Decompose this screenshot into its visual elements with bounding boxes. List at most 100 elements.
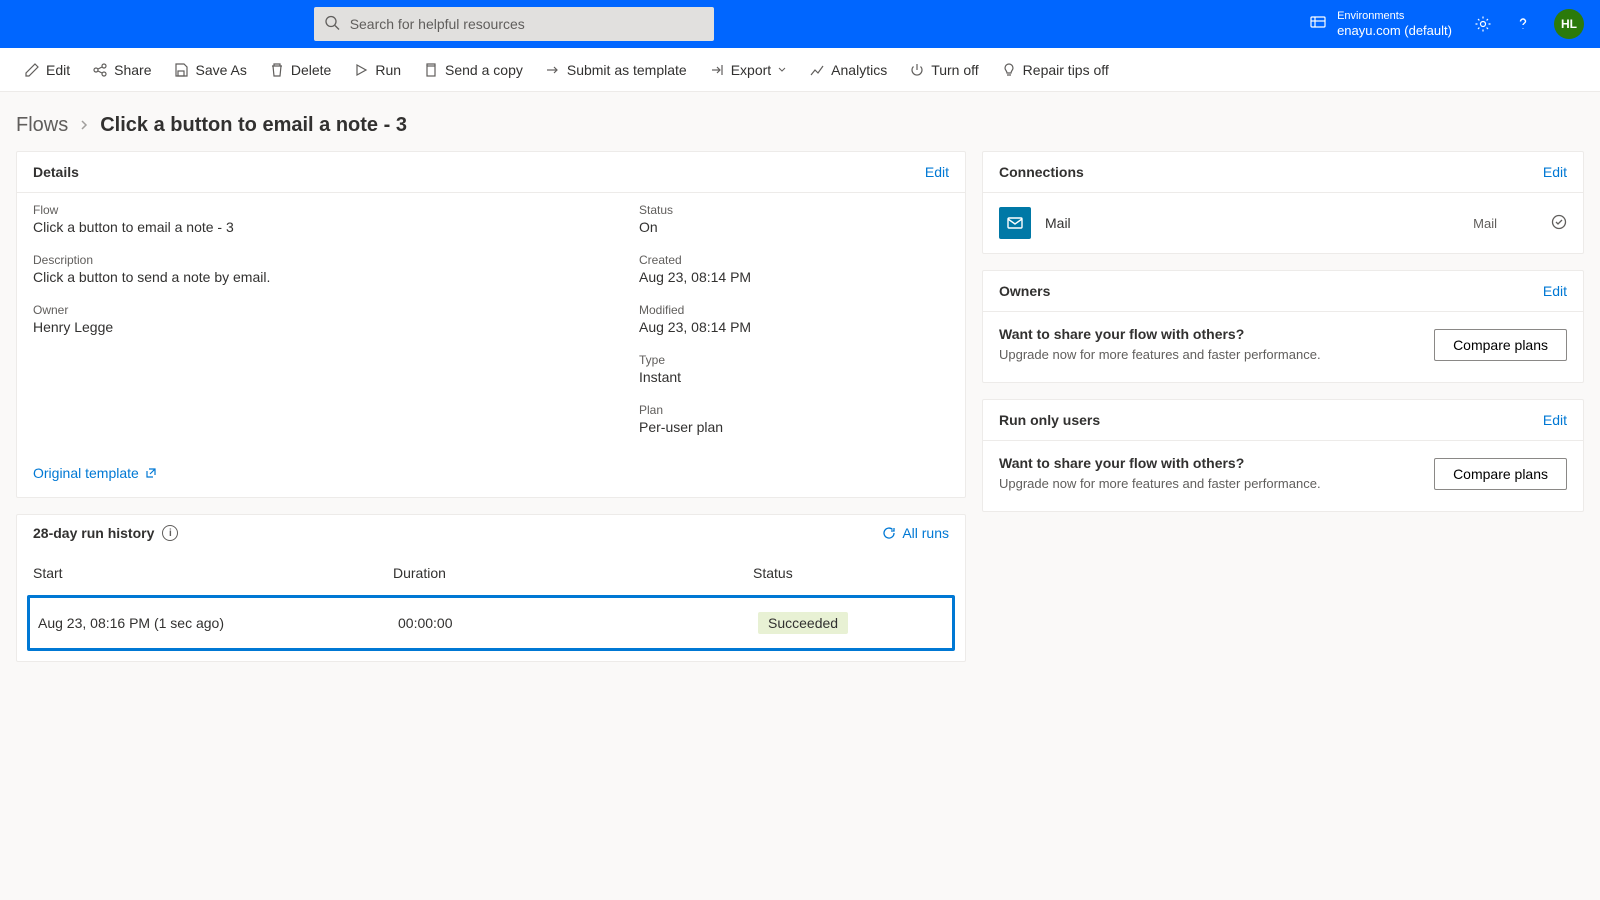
environment-name: enayu.com (default)	[1337, 23, 1452, 39]
owners-edit-link[interactable]: Edit	[1543, 283, 1567, 299]
run-history-card: 28-day run history i All runs Start Dura…	[16, 514, 966, 662]
owners-upsell-sub: Upgrade now for more features and faster…	[999, 346, 1414, 364]
info-icon[interactable]: i	[162, 525, 178, 541]
environment-text: Environments enayu.com (default)	[1337, 10, 1452, 39]
run-button[interactable]: Run	[343, 56, 411, 84]
runonly-card: Run only users Edit Want to share your f…	[982, 399, 1584, 512]
run-row-wrap: Aug 23, 08:16 PM (1 sec ago) 00:00:00 Su…	[17, 595, 965, 661]
connections-edit-link[interactable]: Edit	[1543, 164, 1567, 180]
runonly-upsell: Want to share your flow with others? Upg…	[983, 441, 1583, 511]
connections-title: Connections	[999, 164, 1084, 180]
analytics-button[interactable]: Analytics	[799, 56, 897, 84]
environment-icon	[1309, 14, 1327, 35]
runonly-header: Run only users Edit	[983, 400, 1583, 441]
run-table: Start Duration Status Aug 23, 08:16 PM (…	[17, 551, 965, 661]
owner-label: Owner	[33, 303, 639, 317]
breadcrumb-current: Click a button to email a note - 3	[100, 114, 407, 137]
col-duration-header: Duration	[393, 565, 753, 581]
run-history-header: 28-day run history i All runs	[17, 515, 965, 551]
connection-type: Mail	[1473, 216, 1497, 231]
details-card: Details Edit Flow Click a button to email…	[16, 151, 966, 498]
owners-title: Owners	[999, 283, 1050, 299]
runonly-upsell-title: Want to share your flow with others?	[999, 455, 1414, 471]
run-history-title: 28-day run history i	[33, 525, 178, 541]
modified-label: Modified	[639, 303, 949, 317]
settings-icon[interactable]	[1474, 15, 1492, 33]
details-edit-link[interactable]: Edit	[925, 164, 949, 180]
mail-icon	[999, 207, 1031, 239]
flow-label: Flow	[33, 203, 639, 217]
details-body: Flow Click a button to email a note - 3 D…	[17, 193, 965, 451]
owners-upsell-text: Want to share your flow with others? Upg…	[999, 326, 1414, 364]
description-label: Description	[33, 253, 639, 267]
content: Details Edit Flow Click a button to email…	[0, 151, 1600, 662]
user-avatar[interactable]: HL	[1554, 9, 1584, 39]
export-button[interactable]: Export	[699, 56, 797, 84]
edit-button[interactable]: Edit	[14, 56, 80, 84]
description-value: Click a button to send a note by email.	[33, 269, 639, 285]
owner-value: Henry Legge	[33, 319, 639, 335]
connections-header: Connections Edit	[983, 152, 1583, 193]
modified-value: Aug 23, 08:14 PM	[639, 319, 949, 335]
col-start-header: Start	[33, 565, 393, 581]
topbar-right: Environments enayu.com (default) HL	[1309, 9, 1584, 39]
search-input[interactable]	[314, 7, 714, 41]
details-col-left: Flow Click a button to email a note - 3 D…	[33, 203, 639, 435]
repair-button[interactable]: Repair tips off	[991, 56, 1119, 84]
runonly-upsell-text: Want to share your flow with others? Upg…	[999, 455, 1414, 493]
owners-upsell-title: Want to share your flow with others?	[999, 326, 1414, 342]
plan-value: Per-user plan	[639, 419, 949, 435]
owners-card: Owners Edit Want to share your flow with…	[982, 270, 1584, 383]
status-value: On	[639, 219, 949, 235]
status-label: Status	[639, 203, 949, 217]
search-icon	[324, 15, 340, 34]
turnoff-button[interactable]: Turn off	[899, 56, 988, 84]
runonly-compare-plans-button[interactable]: Compare plans	[1434, 458, 1567, 490]
owners-upsell: Want to share your flow with others? Upg…	[983, 312, 1583, 382]
original-template-link[interactable]: Original template	[17, 451, 965, 497]
breadcrumb-root[interactable]: Flows	[16, 114, 68, 137]
right-column: Connections Edit Mail Mail Owners Edit	[982, 151, 1584, 512]
details-title: Details	[33, 164, 79, 180]
created-value: Aug 23, 08:14 PM	[639, 269, 949, 285]
saveas-button[interactable]: Save As	[163, 56, 256, 84]
connection-name: Mail	[1045, 215, 1459, 231]
environment-label: Environments	[1337, 10, 1452, 23]
all-runs-link[interactable]: All runs	[882, 525, 949, 541]
created-label: Created	[639, 253, 949, 267]
connection-row[interactable]: Mail Mail	[983, 193, 1583, 253]
left-column: Details Edit Flow Click a button to email…	[16, 151, 966, 662]
help-icon[interactable]	[1514, 15, 1532, 33]
type-label: Type	[639, 353, 949, 367]
status-pill: Succeeded	[758, 612, 848, 634]
runonly-edit-link[interactable]: Edit	[1543, 412, 1567, 428]
details-col-right: Status On Created Aug 23, 08:14 PM Modifie…	[639, 203, 949, 435]
connection-status-icon	[1551, 214, 1567, 233]
runonly-upsell-sub: Upgrade now for more features and faster…	[999, 475, 1414, 493]
run-start: Aug 23, 08:16 PM (1 sec ago)	[38, 615, 398, 631]
run-status: Succeeded	[758, 612, 944, 634]
run-row[interactable]: Aug 23, 08:16 PM (1 sec ago) 00:00:00 Su…	[27, 595, 955, 651]
owners-compare-plans-button[interactable]: Compare plans	[1434, 329, 1567, 361]
share-button[interactable]: Share	[82, 56, 161, 84]
sendcopy-button[interactable]: Send a copy	[413, 56, 533, 84]
command-bar: Edit Share Save As Delete Run Send a cop…	[0, 48, 1600, 92]
connections-card: Connections Edit Mail Mail	[982, 151, 1584, 254]
environment-picker[interactable]: Environments enayu.com (default)	[1309, 10, 1452, 39]
delete-button[interactable]: Delete	[259, 56, 341, 84]
plan-label: Plan	[639, 403, 949, 417]
refresh-icon	[882, 526, 896, 540]
details-header: Details Edit	[17, 152, 965, 193]
external-link-icon	[145, 467, 157, 479]
runonly-title: Run only users	[999, 412, 1100, 428]
breadcrumb: Flows Click a button to email a note - 3	[0, 92, 1600, 151]
owners-header: Owners Edit	[983, 271, 1583, 312]
flow-value: Click a button to email a note - 3	[33, 219, 639, 235]
run-table-header: Start Duration Status	[17, 551, 965, 595]
topbar: Environments enayu.com (default) HL	[0, 0, 1600, 48]
col-status-header: Status	[753, 565, 949, 581]
run-duration: 00:00:00	[398, 615, 758, 631]
type-value: Instant	[639, 369, 949, 385]
submit-button[interactable]: Submit as template	[535, 56, 697, 84]
chevron-right-icon	[78, 114, 90, 137]
